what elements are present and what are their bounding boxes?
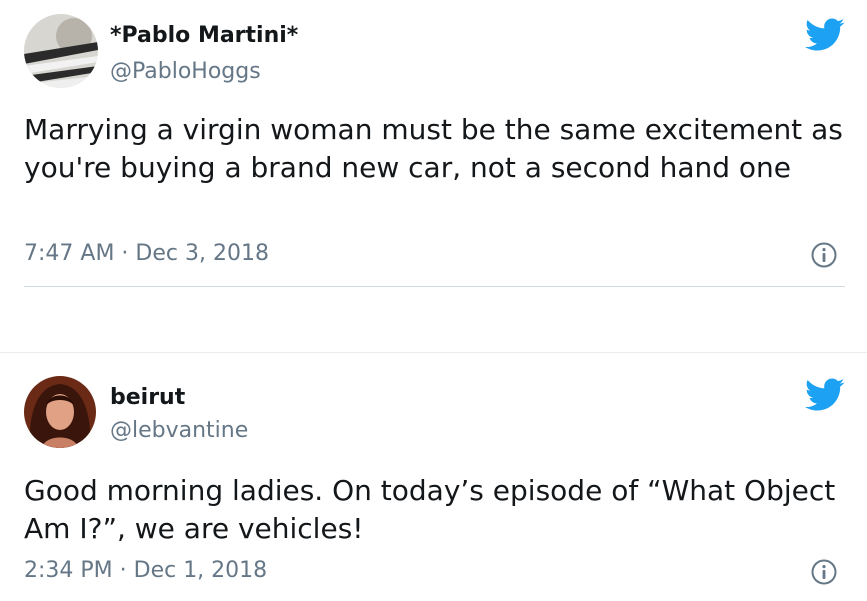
display-name[interactable]: *Pablo Martini* (110, 23, 298, 48)
display-name[interactable]: beirut (110, 385, 185, 410)
info-icon[interactable] (811, 559, 837, 585)
tweet-separator (0, 352, 867, 353)
tweet-timestamp[interactable]: 2:34 PM · Dec 1, 2018 (24, 558, 267, 583)
tweet-card: beirut @lebvantine Good morning ladies. … (0, 354, 867, 601)
avatar[interactable] (24, 376, 96, 448)
tweet-card: *Pablo Martini* @PabloHoggs Marrying a v… (0, 0, 867, 300)
user-handle[interactable]: @lebvantine (110, 418, 248, 443)
user-handle[interactable]: @PabloHoggs (110, 59, 261, 84)
twitter-bird-icon[interactable] (805, 18, 845, 52)
divider (24, 286, 845, 287)
avatar[interactable] (24, 14, 98, 88)
tweet-text: Marrying a virgin woman must be the same… (24, 113, 843, 184)
tweet-timestamp[interactable]: 7:47 AM · Dec 3, 2018 (24, 241, 269, 266)
info-icon[interactable] (811, 242, 837, 268)
tweet-text: Good morning ladies. On today’s episode … (24, 474, 836, 545)
twitter-bird-icon[interactable] (805, 378, 845, 412)
